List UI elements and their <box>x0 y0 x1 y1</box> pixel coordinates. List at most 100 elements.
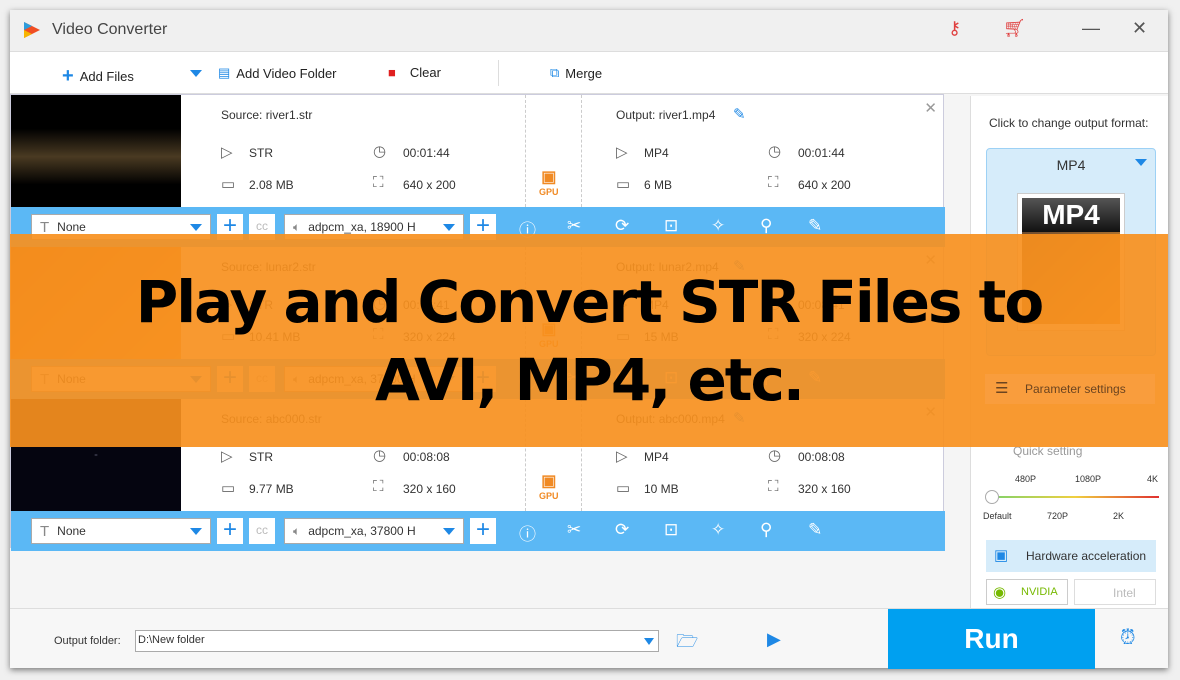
app-logo-icon <box>24 22 40 38</box>
add-audio-button[interactable]: + <box>470 518 496 544</box>
run-button[interactable]: Run <box>888 609 1095 669</box>
intel-button[interactable]: Intel <box>1074 579 1156 605</box>
output-folder-input[interactable]: D:\New folder <box>135 630 659 652</box>
subtitle-select[interactable]: T None <box>31 518 211 544</box>
minimize-button[interactable]: — <box>1082 18 1100 39</box>
effects-icon[interactable]: ✧ <box>711 520 725 540</box>
output-size: 6 MB <box>644 178 673 192</box>
merge-button[interactable]: ⧉ Merge <box>550 65 602 81</box>
cut-icon[interactable]: ✂ <box>567 216 581 236</box>
text-icon: T <box>40 218 50 236</box>
speaker-icon: 🔈︎ <box>293 523 301 538</box>
gpu-badge: ▣GPU <box>539 167 559 197</box>
add-folder-label: Add Video Folder <box>236 65 337 81</box>
clock-icon: ◷ <box>373 143 387 160</box>
close-button[interactable]: ✕ <box>1132 18 1147 39</box>
output-duration: 00:08:08 <box>798 450 845 464</box>
add-video-folder-button[interactable]: ▤ Add Video Folder <box>218 65 337 81</box>
source-resolution: 320 x 160 <box>403 482 456 496</box>
parameter-settings-button[interactable]: ☰ Parameter settings <box>985 374 1155 404</box>
edit-icon[interactable]: ✎ <box>808 520 822 540</box>
audio-track-select[interactable]: 🔈︎ adpcm_xa, 37800 H <box>284 518 464 544</box>
clock-icon: ◷ <box>373 447 387 464</box>
quality-slider-handle[interactable] <box>985 490 999 504</box>
resolution-icon: ⛶ <box>373 174 384 191</box>
gpu-label: GPU <box>539 187 559 197</box>
edit-pencil-icon[interactable]: ✎ <box>733 105 746 123</box>
edit-icon[interactable]: ✎ <box>808 216 822 236</box>
crop-icon[interactable]: ⊡ <box>664 520 678 540</box>
output-size: 10 MB <box>644 482 679 496</box>
quality-slider-track[interactable] <box>991 496 1159 498</box>
source-duration: 00:01:44 <box>403 146 450 160</box>
chip-icon: ▣ <box>541 473 557 490</box>
video-format-icon: ▷ <box>616 448 628 465</box>
tick-720p: 720P <box>1047 511 1069 521</box>
audio-value: adpcm_xa, 18900 H <box>308 220 416 234</box>
chevron-down-icon[interactable] <box>644 638 654 650</box>
add-subtitle-button[interactable]: + <box>217 518 243 544</box>
watermark-icon[interactable]: ⚲ <box>760 216 772 236</box>
cut-icon[interactable]: ✂ <box>567 520 581 540</box>
subtitle-value: None <box>57 524 86 538</box>
gpu-label: GPU <box>539 491 559 501</box>
output-duration: 00:01:44 <box>798 146 845 160</box>
tick-default: Default <box>983 511 1012 521</box>
divider <box>581 95 582 207</box>
effects-icon[interactable]: ✧ <box>711 216 725 236</box>
add-files-dropdown[interactable] <box>190 70 202 83</box>
video-thumbnail[interactable] <box>11 95 181 207</box>
toolbar: + Add Files ▤ Add Video Folder ■ Clear ⧉ Mer… <box>10 52 1168 94</box>
info-icon[interactable]: ⓘ <box>519 520 536 545</box>
video-file-icon[interactable]: ▶ <box>767 629 781 650</box>
app-title: Video Converter <box>52 21 168 38</box>
audio-value: adpcm_xa, 37800 H <box>308 524 416 538</box>
source-duration: 00:08:08 <box>403 450 450 464</box>
add-files-label: Add Files <box>79 69 134 84</box>
nvidia-icon: ◉ <box>993 584 1007 601</box>
tick-1080p: 1080P <box>1075 474 1102 484</box>
source-size: 9.77 MB <box>249 482 294 496</box>
hardware-acceleration-button[interactable]: ▣ Hardware acceleration <box>986 540 1156 572</box>
file-row: Source: river1.str ▷ STR ◷ 00:01:44 ▭ 2.08 … <box>11 95 945 247</box>
source-format: STR <box>249 146 273 160</box>
rotate-icon[interactable]: ⟳ <box>615 520 629 540</box>
output-format: MP4 <box>644 146 669 160</box>
cart-icon[interactable]: 🛒︎ <box>1003 18 1026 39</box>
rotate-icon[interactable]: ⟳ <box>615 216 629 236</box>
crop-icon[interactable]: ⊡ <box>664 216 678 236</box>
chip-icon: ▣ <box>994 547 1009 564</box>
merge-icon: ⧉ <box>550 65 560 80</box>
file-size-icon: ▭ <box>616 480 631 497</box>
output-folder-label: Output folder: <box>54 635 121 647</box>
file-size-icon: ▭ <box>221 480 236 497</box>
key-icon[interactable]: ⚷ <box>948 18 961 39</box>
folder-film-icon: ▤ <box>218 65 231 80</box>
source-format: STR <box>249 450 273 464</box>
title-bar: Video Converter ⚷ 🛒︎ — ✕ <box>10 10 1168 52</box>
alarm-clock-icon[interactable]: ⏰︎ <box>1120 627 1136 650</box>
hw-label: Hardware acceleration <box>1026 549 1147 563</box>
clock-icon: ◷ <box>768 447 782 464</box>
nvidia-label: NVIDIA <box>1021 586 1058 598</box>
format-hint: Click to change output format: <box>989 116 1149 130</box>
video-format-icon: ▷ <box>221 448 233 465</box>
format-label: MP4 <box>1056 157 1086 173</box>
gpu-badge: ▣GPU <box>539 471 559 501</box>
open-folder-icon[interactable]: 🗁︎ <box>676 629 698 659</box>
remove-file-button[interactable]: ✕ <box>924 99 937 117</box>
tick-480p: 480P <box>1015 474 1037 484</box>
clear-button[interactable]: ■ Clear <box>388 65 441 80</box>
nvidia-button[interactable]: NVIDIA ◉ <box>986 579 1068 605</box>
chip-icon: ▣ <box>541 169 557 186</box>
add-files-button[interactable]: + Add Files <box>62 65 134 88</box>
subtitle-settings-icon[interactable]: cc <box>249 518 275 544</box>
banner-line-1: Play and Convert STR Files to <box>135 267 1044 336</box>
divider <box>498 60 499 86</box>
watermark-icon[interactable]: ⚲ <box>760 520 772 540</box>
file-size-icon: ▭ <box>616 176 631 193</box>
chevron-down-icon <box>1135 159 1147 172</box>
param-label: Parameter settings <box>1025 382 1126 396</box>
title-banner: Play and Convert STR Files to AVI, MP4, e… <box>10 234 1168 447</box>
divider <box>525 95 526 207</box>
